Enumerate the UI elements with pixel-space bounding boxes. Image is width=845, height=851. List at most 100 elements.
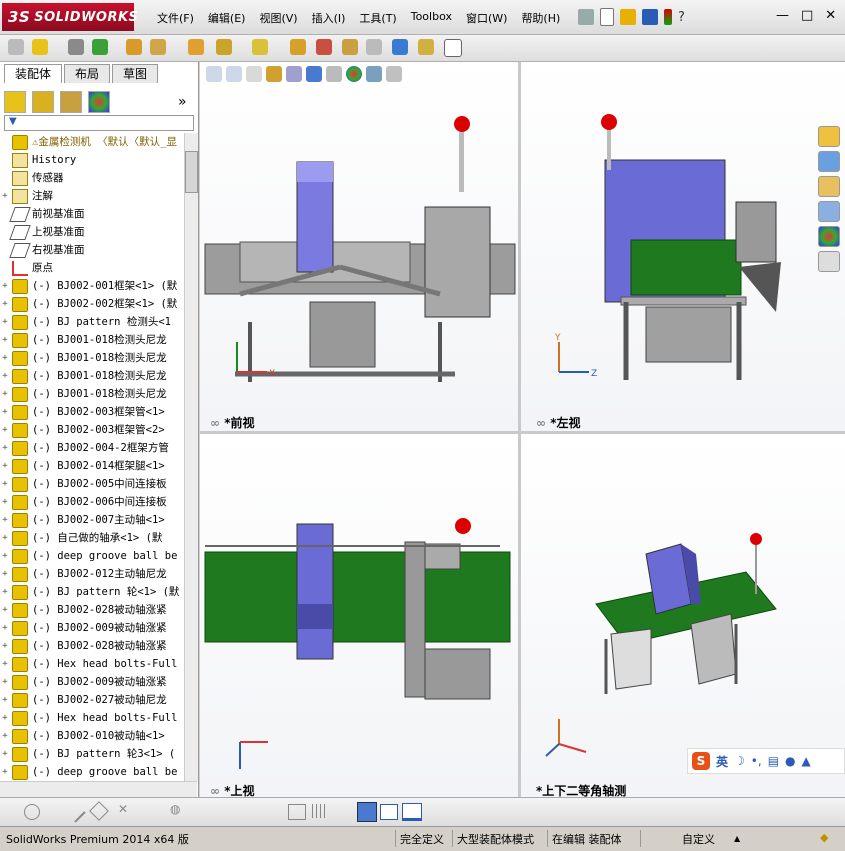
tree-item[interactable]: + (-) BJ002-006中间连接板 [0, 493, 184, 511]
tab-assembly[interactable]: 装配体 [4, 64, 63, 83]
four-view-icon[interactable] [402, 803, 422, 821]
tree-filter[interactable]: ▼ [4, 115, 194, 131]
tree-expander[interactable]: + [0, 673, 10, 691]
tree-item[interactable]: 上视基准面 [0, 223, 184, 241]
explode-line-sketch-icon[interactable] [366, 39, 382, 55]
zoom-area-icon[interactable] [226, 66, 242, 82]
traffic-light-icon[interactable] [664, 9, 672, 25]
open-folder-icon[interactable] [620, 9, 636, 25]
save-icon[interactable] [642, 9, 658, 25]
close-button[interactable]: ✕ [825, 8, 836, 23]
tree-horizontal-scrollbar[interactable] [0, 781, 197, 798]
tree-expander[interactable]: + [0, 385, 10, 403]
tree-item[interactable]: + (-) BJ001-018检测头尼龙 [0, 331, 184, 349]
section-view-icon[interactable] [266, 66, 282, 82]
smart-fasteners-icon[interactable] [126, 39, 142, 55]
tree-item[interactable]: + (-) BJ002-003框架管<1> [0, 403, 184, 421]
menu-view[interactable]: 视图(V) [252, 10, 304, 26]
tree-scrollbar[interactable] [184, 133, 198, 781]
tree-expander[interactable]: + [0, 367, 10, 385]
panel-expand-button[interactable]: » [178, 94, 187, 110]
tree-item[interactable]: + 注解 [0, 187, 184, 205]
grid-tool-icon[interactable] [312, 804, 328, 818]
tree-item[interactable]: + (-) BJ002-028被动轴涨紧 [0, 637, 184, 655]
instant3d-icon[interactable] [418, 39, 434, 55]
show-hidden-icon[interactable] [188, 39, 204, 55]
minimize-button[interactable]: — [776, 8, 789, 23]
restore-button[interactable]: □ [801, 8, 813, 23]
tree-item[interactable]: + (-) BJ001-018检测头尼龙 [0, 367, 184, 385]
tree-item[interactable]: + (-) BJ002-004-2框架方管 [0, 439, 184, 457]
menu-window[interactable]: 窗口(W) [459, 10, 514, 26]
apply-scene-icon[interactable] [366, 66, 382, 82]
reference-geometry-icon[interactable] [252, 39, 268, 55]
view-settings-icon[interactable] [386, 66, 402, 82]
tree-item[interactable]: + (-) BJ002-028被动轴涨紧 [0, 601, 184, 619]
graphics-area[interactable]: X ∞ *前视 Y Z ∞ *左视 ∞ *上视 *上下二等角轴测 [200, 62, 845, 798]
tree-item[interactable]: + (-) BJ002-010被动轴<1> [0, 727, 184, 745]
ime-language-toggle[interactable]: 英 [716, 753, 728, 770]
tree-item[interactable]: 右视基准面 [0, 241, 184, 259]
viewport-isometric[interactable] [521, 434, 845, 797]
tree-item[interactable]: + (-) BJ pattern 检测头<1 [0, 313, 184, 331]
tree-expander[interactable]: + [0, 511, 10, 529]
tree-expander[interactable]: + [0, 313, 10, 331]
menu-file[interactable]: 文件(F) [150, 10, 201, 26]
tree-item[interactable]: 原点 [0, 259, 184, 277]
tree-item[interactable]: + (-) BJ001-018检测头尼龙 [0, 385, 184, 403]
display-style-icon[interactable] [306, 66, 322, 82]
exploded-view-icon[interactable] [342, 39, 358, 55]
tree-expander[interactable]: + [0, 691, 10, 709]
configuration-manager-icon[interactable] [60, 91, 82, 113]
ime-punctuation-icon[interactable]: •, [751, 754, 762, 768]
tree-item[interactable]: + (-) 自己做的轴承<1> (默 [0, 529, 184, 547]
tab-layout[interactable]: 布局 [64, 64, 111, 83]
file-explorer-icon[interactable] [818, 176, 840, 197]
move-component-icon[interactable] [150, 39, 166, 55]
tree-expander[interactable]: + [0, 475, 10, 493]
tree-expander[interactable]: + [0, 349, 10, 367]
interference-detection-icon[interactable] [392, 39, 408, 55]
view-orientation-icon[interactable] [286, 66, 302, 82]
tree-expander[interactable]: + [0, 295, 10, 313]
tree-item[interactable]: + (-) BJ002-012主动轴尼龙 [0, 565, 184, 583]
tree-item[interactable]: + (-) Hex head bolts-Full [0, 709, 184, 727]
tree-item[interactable]: + (-) BJ002-003框架管<2> [0, 421, 184, 439]
viewport-splitter-horizontal[interactable] [200, 431, 845, 434]
mate-icon[interactable] [68, 39, 84, 55]
appearances-icon[interactable] [818, 226, 840, 247]
tree-item[interactable]: 前视基准面 [0, 205, 184, 223]
tree-expander[interactable]: + [0, 277, 10, 295]
circle-tool-icon[interactable] [24, 804, 40, 820]
tree-expander[interactable]: + [0, 565, 10, 583]
tree-expander[interactable]: + [0, 187, 10, 205]
menu-tools[interactable]: 工具(T) [352, 10, 403, 26]
tree-expander[interactable]: + [0, 529, 10, 547]
menu-edit[interactable]: 编辑(E) [201, 10, 253, 26]
solidworks-logo[interactable]: 3S SOLIDWORKS [2, 3, 138, 31]
tree-item[interactable]: + (-) BJ002-001框架<1> (默 [0, 277, 184, 295]
menu-toolbox[interactable]: Toolbox [404, 10, 459, 26]
tree-item[interactable]: + (-) BJ002-007主动轴<1> [0, 511, 184, 529]
assembly-icon[interactable] [8, 39, 24, 55]
home-icon[interactable] [818, 126, 840, 147]
tree-expander[interactable]: + [0, 439, 10, 457]
pin-icon[interactable] [578, 9, 594, 25]
tree-expander[interactable]: + [0, 727, 10, 745]
viewport-front[interactable]: X [200, 62, 518, 431]
tree-expander[interactable]: + [0, 403, 10, 421]
tree-item[interactable]: + (-) BJ pattern 轮3<1> ( [0, 745, 184, 763]
tree-item[interactable]: + (-) BJ002-027被动轴尼龙 [0, 691, 184, 709]
tree-expander[interactable]: + [0, 331, 10, 349]
tree-expander[interactable]: + [0, 493, 10, 511]
tree-expander[interactable]: + [0, 709, 10, 727]
new-document-icon[interactable] [600, 8, 614, 26]
pattern-icon[interactable] [92, 39, 108, 55]
tree-item[interactable]: + (-) BJ002-002框架<1> (默 [0, 295, 184, 313]
ime-skin-icon[interactable]: ▲ [802, 754, 811, 768]
tree-scroll-thumb[interactable] [185, 151, 198, 193]
hide-show-items-icon[interactable] [326, 66, 342, 82]
tree-expander[interactable]: + [0, 457, 10, 475]
tree-expander[interactable]: + [0, 637, 10, 655]
offset-tool-icon[interactable]: ◍ [170, 802, 180, 816]
